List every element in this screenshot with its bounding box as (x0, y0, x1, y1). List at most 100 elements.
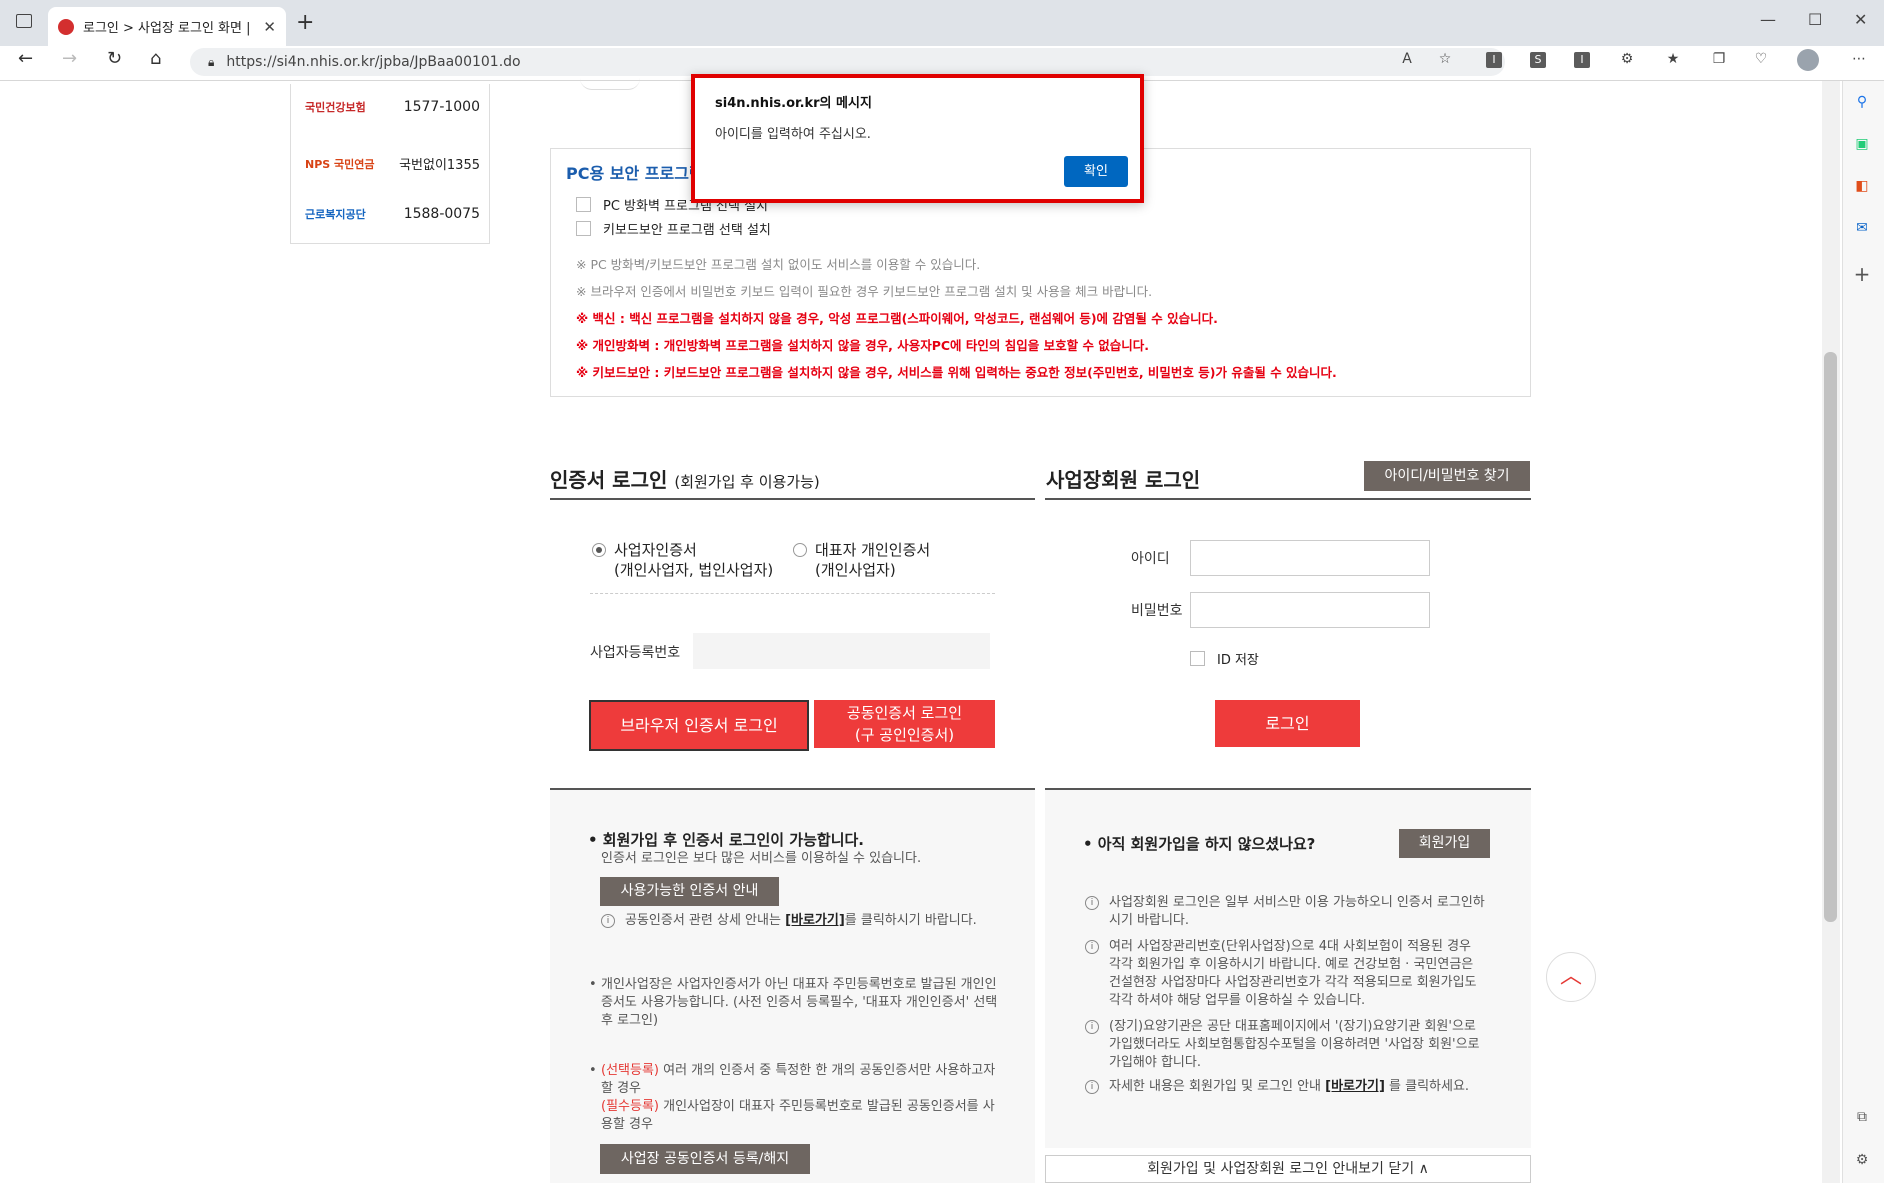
radio-business-cert[interactable]: 사업자인증서 (개인사업자, 법인사업자) (592, 540, 773, 580)
password-input[interactable] (1190, 592, 1430, 628)
dialog-message: 아이디를 입력하여 주십시오. (715, 127, 871, 142)
security-warning: ※ 백신 : 백신 프로그램을 설치하지 않을 경우, 악성 프로그램(스파이웨… (576, 311, 1218, 326)
required-text: 개인사업장이 대표자 주민등록번호로 발급된 공동인증서를 사용할 경우 (601, 1099, 995, 1132)
joint-cert-login-sub: (구 공인인증서) (854, 726, 955, 744)
available-cert-guide-button[interactable]: 사용가능한 인증서 안내 (600, 877, 779, 906)
bullet-dot: • (589, 977, 597, 992)
radio-personal-cert-label: 대표자 개인인증서 (815, 541, 931, 559)
join-info-item: i 여러 사업장관리번호(단위사업장)으로 4대 사회보험이 적용된 경우 각각… (1085, 938, 1485, 1010)
more-menu-icon[interactable]: ⋯ (1850, 50, 1868, 68)
cert-info-sub: 인증서 로그인은 보다 많은 서비스를 이용하실 수 있습니다. (601, 851, 922, 866)
joint-cert-link[interactable]: [바로가기] (785, 913, 845, 928)
info-icon: i (1085, 1020, 1099, 1034)
sidebar-layout-icon[interactable]: ⧉ (1850, 1105, 1874, 1129)
cert-login-title: 인증서 로그인 (회원가입 후 이용가능) (550, 464, 820, 493)
profile-avatar[interactable] (1797, 49, 1819, 71)
outlook-icon[interactable]: ✉ (1850, 216, 1874, 240)
contact-number: 1588-0075 (403, 206, 480, 222)
security-warning: ※ 개인방화벽 : 개인방화벽 프로그램을 설치하지 않을 경우, 사용자PC에… (576, 338, 1150, 353)
info-icon: i (601, 914, 615, 928)
back-icon[interactable]: ← (18, 48, 33, 69)
keyboard-security-option[interactable]: 키보드보안 프로그램 선택 설치 (576, 219, 771, 238)
new-tab-button[interactable]: + (296, 10, 314, 35)
close-guide-bar[interactable]: 회원가입 및 사업장회원 로그인 안내보기 닫기 ∧ (1045, 1155, 1531, 1183)
read-aloud-icon[interactable]: A (1398, 50, 1416, 68)
radio-personal-cert-sub: (개인사업자) (815, 561, 896, 579)
search-icon[interactable]: ⚲ (1850, 90, 1874, 114)
info-icon: i (1085, 1080, 1099, 1094)
extensions-icon[interactable]: ⚙ (1618, 50, 1636, 68)
join-info-b: 를 클릭하세요. (1384, 1079, 1470, 1094)
info-icon: i (1085, 896, 1099, 910)
login-button-label: 로그인 (1265, 713, 1310, 733)
office-icon[interactable]: ◧ (1850, 174, 1874, 198)
join-info-item: i 사업장회원 로그인은 일부 서비스만 이용 가능하오니 인증서 로그인하시기… (1085, 894, 1485, 930)
tab-actions-icon[interactable] (16, 14, 32, 28)
browser-tab[interactable]: 로그인 > 사업장 로그인 화면 | h ✕ (48, 7, 286, 46)
joint-cert-info-a: 공동인증서 관련 상세 안내는 (625, 913, 786, 928)
register-cert-button[interactable]: 사업장 공동인증서 등록/해지 (600, 1144, 810, 1174)
personal-biz-note: • 개인사업장은 사업자인증서가 아닌 대표자 주민등록번호로 발급된 개인인증… (589, 976, 999, 1030)
collections-icon[interactable]: ❐ (1710, 50, 1728, 68)
join-info-a: 자세한 내용은 회원가입 및 로그인 안내 (1109, 1079, 1326, 1094)
save-id-label: ID 저장 (1217, 653, 1259, 668)
minimize-button[interactable]: — (1760, 10, 1776, 29)
radio-business-cert-input[interactable] (592, 543, 606, 557)
favorites-icon[interactable]: ★ (1664, 50, 1682, 68)
cert-login-subtitle: (회원가입 후 이용가능) (674, 473, 820, 491)
close-window-button[interactable]: ✕ (1854, 10, 1867, 29)
personal-biz-note-text: 개인사업장은 사업자인증서가 아닌 대표자 주민등록번호로 발급된 개인인증서도… (601, 977, 998, 1028)
refresh-icon[interactable]: ↻ (107, 48, 122, 69)
shopping-icon[interactable]: ▣ (1850, 132, 1874, 156)
firewall-checkbox[interactable] (576, 197, 591, 212)
cert-info-heading: • 회원가입 후 인증서 로그인이 가능합니다. (588, 831, 864, 849)
tab-title: 로그인 > 사업장 로그인 화면 | h (83, 21, 256, 36)
home-icon[interactable]: ⌂ (150, 48, 161, 69)
security-note: ※ PC 방화벽/키보드보안 프로그램 설치 없이도 서비스를 이용할 수 있습… (576, 257, 981, 272)
radio-personal-cert-input[interactable] (793, 543, 807, 557)
comwel-logo: 근로복지공단 (305, 208, 366, 221)
lock-icon: 🔒︎ (208, 54, 215, 69)
decoration-arc (580, 78, 640, 90)
joint-cert-info-text: 공동인증서 관련 상세 안내는 [바로가기]를 클릭하시기 바랍니다. (625, 912, 977, 930)
alert-dialog: si4n.nhis.or.kr의 메시지 아이디를 입력하여 주십시오. 확인 (691, 74, 1144, 203)
scrollbar-thumb[interactable] (1824, 352, 1837, 922)
biz-no-field[interactable] (693, 633, 990, 669)
contact-row: 국민건강보험 1577-1000 (305, 99, 480, 115)
info-icon: i (1085, 940, 1099, 954)
favorite-add-icon[interactable]: ☆ (1436, 50, 1454, 68)
join-info-heading: • 아직 회원가입을 하지 않으셨나요? (1083, 835, 1316, 853)
maximize-button[interactable]: ☐ (1808, 10, 1822, 29)
contact-row: NPS 국민연금 국번없이1355 (305, 154, 480, 174)
required-tag: (필수등록) (601, 1099, 659, 1114)
cert-login-heading: 인증서 로그인 (550, 468, 668, 492)
optional-text: 여러 개의 인증서 중 특정한 한 개의 공동인증서만 사용하고자 할 경우 (601, 1063, 996, 1096)
browser-cert-login-button[interactable]: 브라우저 인증서 로그인 (589, 700, 809, 751)
find-id-password-button[interactable]: 아이디/비밀번호 찾기 (1364, 461, 1530, 491)
browser-essentials-icon[interactable]: ♡ (1752, 50, 1770, 68)
extension-i2-icon[interactable]: I (1574, 52, 1590, 68)
dialog-title: si4n.nhis.or.kr의 메시지 (715, 96, 872, 111)
url-text: https://si4n.nhis.or.kr/jpba/JpBaa00101.… (226, 54, 521, 70)
save-id-checkbox[interactable] (1190, 651, 1205, 666)
scroll-top-button[interactable]: ︿ (1546, 952, 1596, 1002)
keyboard-security-checkbox[interactable] (576, 221, 591, 236)
security-warning: ※ 키보드보안 : 키보드보안 프로그램을 설치하지 않을 경우, 서비스를 위… (576, 365, 1337, 380)
tab-close-icon[interactable]: ✕ (263, 18, 276, 36)
join-info-text: 자세한 내용은 회원가입 및 로그인 안내 [바로가기] 를 클릭하세요. (1109, 1078, 1469, 1096)
extension-i-icon[interactable]: I (1486, 52, 1502, 68)
add-sidebar-app-icon[interactable]: + (1850, 262, 1874, 286)
joint-cert-login-button[interactable]: 공동인증서 로그인 (구 공인인증서) (814, 700, 995, 748)
join-guide-link[interactable]: [바로가기] (1325, 1079, 1385, 1094)
extension-s-icon[interactable]: S (1530, 52, 1546, 68)
contact-number: 국번없이1355 (399, 158, 480, 173)
register-note: • (선택등록) 여러 개의 인증서 중 특정한 한 개의 공동인증서만 사용하… (589, 1062, 999, 1134)
id-input[interactable] (1190, 540, 1430, 576)
settings-gear-icon[interactable]: ⚙ (1850, 1148, 1874, 1172)
join-button[interactable]: 회원가입 (1399, 829, 1490, 858)
dialog-ok-button[interactable]: 확인 (1064, 156, 1128, 187)
address-bar[interactable]: 🔒︎ https://si4n.nhis.or.kr/jpba/JpBaa001… (190, 48, 1505, 76)
save-id-option[interactable]: ID 저장 (1190, 649, 1259, 668)
radio-personal-cert[interactable]: 대표자 개인인증서 (개인사업자) (793, 540, 930, 580)
login-button[interactable]: 로그인 (1215, 700, 1360, 747)
